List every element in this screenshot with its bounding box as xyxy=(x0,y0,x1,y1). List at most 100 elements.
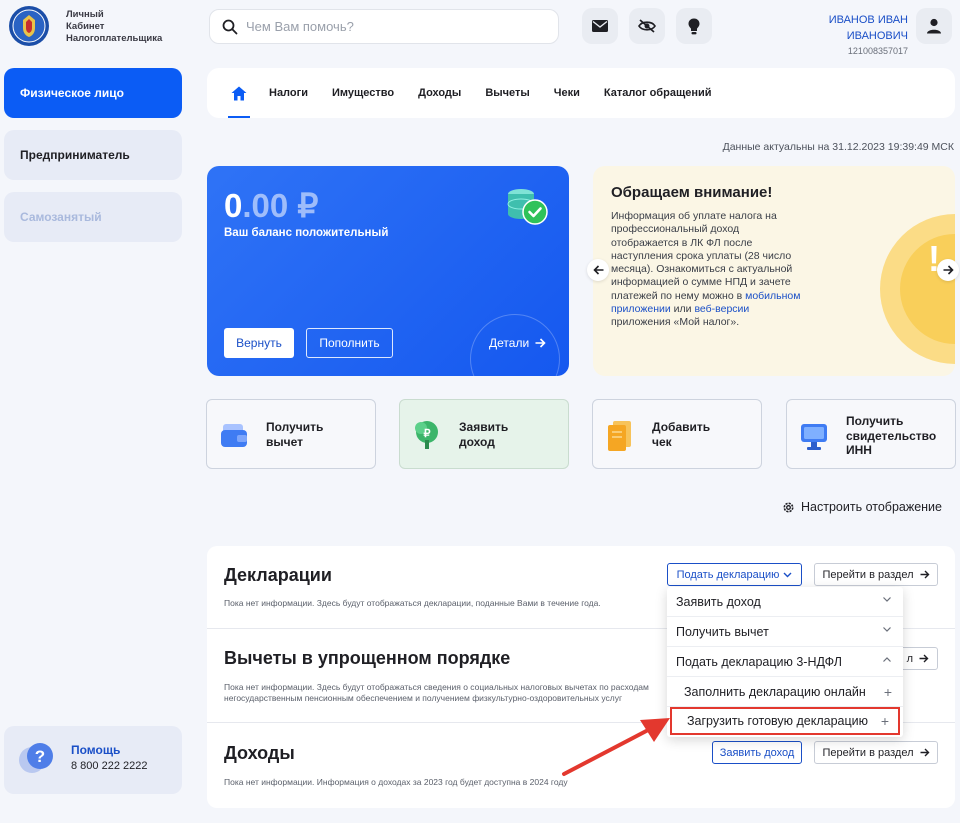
user-info[interactable]: ИВАНОВ ИВАН ИВАНОВИЧ 121008357017 xyxy=(829,12,908,58)
home-icon xyxy=(231,86,247,100)
deductions-description: Пока нет информации. Здесь будут отображ… xyxy=(224,682,649,704)
coins-check-icon xyxy=(507,189,548,225)
tab-deductions[interactable]: Вычеты xyxy=(485,87,529,99)
help-block[interactable]: ? Помощь 8 800 222 2222 xyxy=(4,726,182,794)
menu-item-get-deduction[interactable]: Получить вычет xyxy=(667,617,903,647)
declare-income-action[interactable]: ₽ Заявить доход xyxy=(399,399,569,469)
menu-item-label: Заполнить декларацию онлайн xyxy=(684,684,866,699)
user-name-line1[interactable]: ИВАНОВ ИВАН xyxy=(829,12,908,28)
visibility-button[interactable] xyxy=(629,8,665,44)
quick-action-label-line: Добавить xyxy=(652,420,711,434)
logo-text-line: Налогоплательщика xyxy=(66,33,163,44)
balance-amount-dec: .00 ₽ xyxy=(242,187,319,224)
sidebar-item-individual[interactable]: Физическое лицо xyxy=(4,68,182,118)
configure-display-label: Настроить отображение xyxy=(801,500,942,514)
menu-item-fill-online[interactable]: Заполнить декларацию онлайн + xyxy=(667,677,903,707)
quick-action-label-line: Заявить xyxy=(459,420,509,434)
quick-action-label-line: Получить xyxy=(266,420,324,434)
notice-card: ! Обращаем внимание! Информация об уплат… xyxy=(593,166,955,376)
top-up-button[interactable]: Пополнить xyxy=(306,328,393,358)
eye-off-icon xyxy=(638,19,656,33)
declarations-description: Пока нет информации. Здесь будут отображ… xyxy=(224,598,601,608)
fns-logo[interactable] xyxy=(8,4,50,48)
carousel-next-button[interactable] xyxy=(937,259,959,281)
logo-text-line: Кабинет xyxy=(66,21,105,32)
sidebar-item-entrepreneur[interactable]: Предприниматель xyxy=(4,130,182,180)
chevron-up-icon xyxy=(883,657,891,662)
menu-item-upload-ready[interactable]: Загрузить готовую декларацию + xyxy=(670,707,900,735)
get-inn-certificate-action[interactable]: Получить свидетельство ИНН xyxy=(786,399,956,469)
details-link[interactable]: Детали xyxy=(489,336,546,350)
notice-title: Обращаем внимание! xyxy=(611,184,773,201)
quick-action-label: Добавить чек xyxy=(652,420,760,449)
quick-action-label-line: Получить xyxy=(846,414,904,428)
menu-item-submit-3ndfl[interactable]: Подать декларацию 3-НДФЛ xyxy=(667,647,903,677)
profile-button[interactable] xyxy=(916,8,952,44)
details-label: Детали xyxy=(489,336,530,350)
carousel-prev-button[interactable] xyxy=(587,259,609,281)
sidebar-item-self-employed[interactable]: Самозанятый xyxy=(4,192,182,242)
receipt-icon xyxy=(608,421,631,451)
arrow-right-icon xyxy=(535,338,546,348)
arrow-right-icon xyxy=(920,570,930,579)
tips-button[interactable] xyxy=(676,8,712,44)
user-icon xyxy=(927,18,941,34)
chevron-down-icon xyxy=(783,572,792,577)
quick-action-label-line: чек xyxy=(652,434,672,449)
tab-property[interactable]: Имущество xyxy=(332,87,394,99)
monitor-icon xyxy=(801,424,827,450)
user-name-line2[interactable]: ИВАНОВИЧ xyxy=(829,28,908,44)
quick-action-label-line: ИНН xyxy=(846,443,872,457)
get-deduction-action[interactable]: Получить вычет xyxy=(206,399,376,469)
goto-declarations-button[interactable]: Перейти в раздел xyxy=(814,563,938,586)
declarations-title: Декларации xyxy=(224,565,332,585)
quick-action-label: Получить вычет xyxy=(266,420,374,449)
gear-icon xyxy=(783,502,794,512)
plus-icon: + xyxy=(880,713,889,729)
menu-item-label: Подать декларацию 3-НДФЛ xyxy=(676,654,842,669)
sidebar-item-label: Физическое лицо xyxy=(20,86,125,100)
search-input[interactable] xyxy=(246,19,536,34)
submit-declaration-dropdown[interactable]: Подать декларацию xyxy=(667,563,802,586)
configure-display-button[interactable]: Настроить отображение xyxy=(782,500,942,514)
tab-receipts[interactable]: Чеки xyxy=(554,87,580,99)
arrow-left-icon xyxy=(592,265,603,275)
tab-home[interactable] xyxy=(228,85,250,118)
plus-icon: + xyxy=(883,684,892,700)
return-button[interactable]: Вернуть xyxy=(224,328,294,358)
menu-item-declare-income[interactable]: Заявить доход xyxy=(667,587,903,617)
income-title: Доходы xyxy=(224,743,295,763)
deductions-description-line: Пока нет информации. Здесь будут отображ… xyxy=(224,682,649,692)
search-box[interactable] xyxy=(209,9,559,44)
quick-action-label-line: доход xyxy=(459,434,495,449)
quick-action-label-line: свидетельство xyxy=(846,428,937,443)
help-phone[interactable]: 8 800 222 2222 xyxy=(71,760,147,772)
declare-income-button[interactable]: Заявить доход xyxy=(712,741,802,764)
logo-text: Личный Кабинет Налогоплательщика xyxy=(66,9,162,45)
submit-declaration-label: Подать декларацию xyxy=(676,568,780,581)
menu-item-label: Загрузить готовую декларацию xyxy=(687,714,869,728)
sidebar-item-label: Предприниматель xyxy=(20,148,130,162)
goto-income-button[interactable]: Перейти в раздел xyxy=(814,741,938,764)
logo-text-line: Личный xyxy=(66,9,104,20)
declare-income-label: Заявить доход xyxy=(719,746,795,759)
web-version-link[interactable]: веб-версии xyxy=(694,303,749,315)
deductions-title: Вычеты в упрощенном порядке xyxy=(224,648,511,668)
income-tree-icon: ₽ xyxy=(415,421,438,449)
messages-button[interactable] xyxy=(582,8,618,44)
quick-action-label: Получить свидетельство ИНН xyxy=(846,414,954,458)
quick-action-label: Заявить доход xyxy=(459,420,567,449)
tab-taxes[interactable]: Налоги xyxy=(269,87,308,99)
menu-item-label: Заявить доход xyxy=(676,594,761,609)
declaration-dropdown-menu: Заявить доход Получить вычет Подать декл… xyxy=(667,587,903,737)
svg-text:?: ? xyxy=(35,747,45,766)
lightbulb-icon xyxy=(688,18,700,34)
user-inn: 121008357017 xyxy=(847,46,908,56)
quick-action-label-line: вычет xyxy=(266,434,303,449)
help-title[interactable]: Помощь xyxy=(71,743,120,757)
notice-text: приложения «Мой налог». xyxy=(611,316,740,329)
main-nav: Налоги Имущество Доходы Вычеты Чеки Ката… xyxy=(207,68,955,118)
tab-requests-catalog[interactable]: Каталог обращений xyxy=(604,87,712,99)
tab-income[interactable]: Доходы xyxy=(418,87,461,99)
add-receipt-action[interactable]: Добавить чек xyxy=(592,399,762,469)
